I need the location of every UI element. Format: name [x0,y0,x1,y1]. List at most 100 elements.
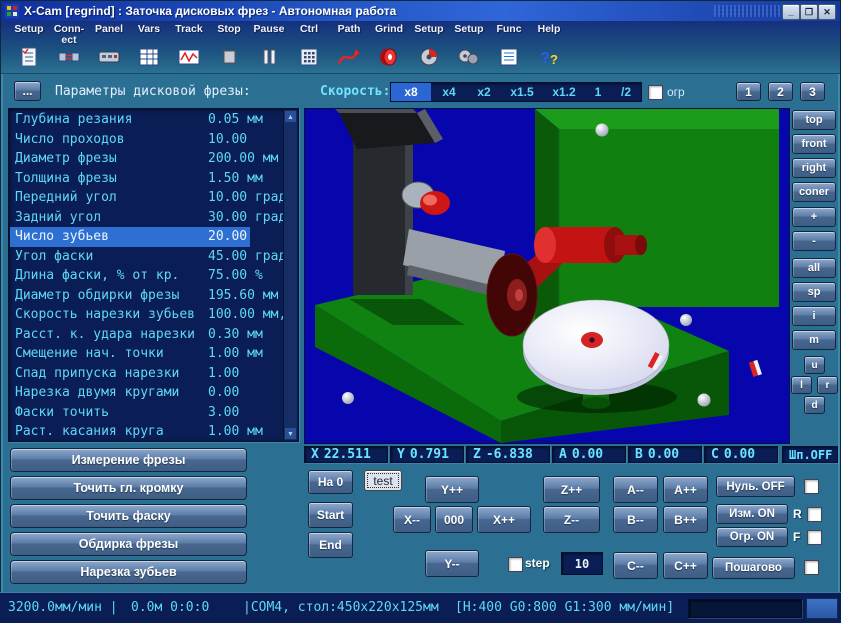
step-value-display[interactable]: 10 [561,552,603,575]
toolbar-button-func[interactable]: Func [489,21,529,73]
x-plus-button[interactable]: X++ [477,506,531,533]
params-menu-button[interactable]: ... [14,81,41,101]
speed-option[interactable]: 1 [585,83,611,101]
speed-option[interactable]: x2 [467,83,501,101]
speed-option[interactable]: x1.5 [501,83,543,101]
parameter-row[interactable]: Длина фаски, % от кр. 75.00 % [10,266,284,286]
operation-button[interactable]: Измерение фрезы [10,448,247,472]
pan-left-button[interactable]: l [791,376,812,394]
display-mode-button[interactable]: m [792,330,836,350]
b-minus-button[interactable]: B-- [613,506,658,533]
null-toggle-button[interactable]: Нуль. OFF [716,476,795,497]
measure-toggle-button[interactable]: Изм. ON [716,504,788,524]
pan-right-button[interactable]: r [817,376,838,394]
scroll-up-icon[interactable]: ▲ [284,110,297,123]
pan-up-button[interactable]: u [804,356,825,374]
parameter-row[interactable]: Скорость нарезки зубьев 100.00 мм, [10,305,284,325]
scrollbar[interactable]: ▲ ▼ [283,110,297,440]
b-plus-button[interactable]: B++ [663,506,708,533]
preset-button[interactable]: 1 [736,82,761,101]
view-button[interactable]: right [792,158,836,178]
start-button[interactable]: Start [308,502,353,528]
parameter-row[interactable]: Угол фаски 45.00 град [10,247,284,267]
view-button[interactable]: front [792,134,836,154]
limit-checkbox[interactable] [807,530,822,545]
limit-toggle-button[interactable]: Огр. ON [716,527,788,547]
view-button[interactable]: coner [792,182,836,202]
operation-button[interactable]: Нарезка зубьев [10,560,247,584]
c-plus-button[interactable]: C++ [663,552,708,579]
parameter-row[interactable]: Число зубьев 20.00 [10,227,284,247]
step-mode-button[interactable]: Пошагово [712,557,795,579]
speed-option[interactable]: x8 [391,83,431,101]
step-checkbox[interactable] [508,557,523,572]
null-checkbox[interactable] [804,479,819,494]
y-minus-button[interactable]: Y-- [425,550,479,577]
toolbar-button-path[interactable]: Path [329,21,369,73]
toolbar-button-vars[interactable]: Vars [129,21,169,73]
display-mode-button[interactable]: i [792,306,836,326]
x-minus-button[interactable]: X-- [393,506,431,533]
toolbar-button-ctrl[interactable]: Ctrl [289,21,329,73]
a-plus-button[interactable]: A++ [663,476,708,503]
y-plus-button[interactable]: Y++ [425,476,479,503]
display-mode-button[interactable]: sp [792,282,836,302]
measure-checkbox[interactable] [807,507,822,522]
parameter-row[interactable]: Смещение нач. точки 1.00 мм [10,344,284,364]
z-plus-button[interactable]: Z++ [543,476,600,503]
parameter-row[interactable]: Задний угол 30.00 град [10,208,284,228]
speed-option[interactable]: x4 [431,83,467,101]
parameter-row[interactable]: Фаски точить 3.00 [10,403,284,423]
speed-limit-checkbox[interactable] [648,85,663,100]
toolbar-button-track[interactable]: Track [169,21,209,73]
z-minus-button[interactable]: Z-- [543,506,600,533]
limits-text: [H:400 G0:800 G1:300 мм/мин] [455,600,675,615]
end-button[interactable]: End [308,532,353,558]
parameter-row[interactable]: Число проходов 10.00 [10,130,284,150]
maximize-button[interactable]: ❐ [800,4,818,20]
parameter-row[interactable]: Расст. к. удара нарезки 0.30 мм [10,325,284,345]
speed-option[interactable]: /2 [611,83,641,101]
axis-value: 0.00 [647,447,680,462]
parameter-row[interactable]: Спад припуска нарезки 1.00 [10,364,284,384]
speed-option[interactable]: x1.2 [543,83,585,101]
parameter-row[interactable]: Толщина фрезы 1.50 мм [10,169,284,189]
viewport-3d[interactable] [304,108,790,444]
operation-button[interactable]: Обдирка фрезы [10,532,247,556]
toolbar-button-stop[interactable]: Stop [209,21,249,73]
operation-button[interactable]: Точить гл. кромку [10,476,247,500]
toolbar-button-setup[interactable]: Setup [9,21,49,73]
parameter-row[interactable]: Диаметр обдирки фрезы 195.60 мм [10,286,284,306]
axis-readout: A 0.00 [552,446,626,463]
toolbar-button-setup-wheels[interactable]: Setup [449,21,489,73]
a-minus-button[interactable]: A-- [613,476,658,503]
toolbar-button-panel[interactable]: Panel [89,21,129,73]
pan-down-button[interactable]: d [804,396,825,414]
scroll-track[interactable] [284,123,297,427]
display-mode-button[interactable]: all [792,258,836,278]
parameter-row[interactable]: Глубина резания 0.05 мм [10,110,284,130]
operation-button[interactable]: Точить фаску [10,504,247,528]
parameter-row[interactable]: Передний угол 10.00 град [10,188,284,208]
preset-button[interactable]: 2 [768,82,793,101]
scroll-down-icon[interactable]: ▼ [284,427,297,440]
go-to-zero-button[interactable]: На 0 [308,470,353,494]
zero-all-button[interactable]: 000 [435,506,473,533]
test-button[interactable]: test [364,470,402,491]
parameter-row[interactable]: Раст. касания круга 1.00 мм [10,422,284,440]
parameter-row[interactable]: Диаметр фрезы 200.00 мм [10,149,284,169]
zoom-button[interactable]: - [792,231,836,251]
toolbar-button-connect[interactable]: Conn-ect [49,21,89,73]
toolbar-button-grind[interactable]: Grind [369,21,409,73]
zoom-button[interactable]: + [792,207,836,227]
step-mode-checkbox[interactable] [804,560,819,575]
parameter-row[interactable]: Нарезка двумя кругами 0.00 [10,383,284,403]
close-button[interactable]: ✕ [818,4,836,20]
toolbar-button-help[interactable]: Help ?? [529,21,569,73]
view-button[interactable]: top [792,110,836,130]
minimize-button[interactable]: _ [782,4,800,20]
toolbar-button-setup-wheel[interactable]: Setup [409,21,449,73]
c-minus-button[interactable]: C-- [613,552,658,579]
preset-button[interactable]: 3 [800,82,825,101]
toolbar-button-pause[interactable]: Pause [249,21,289,73]
